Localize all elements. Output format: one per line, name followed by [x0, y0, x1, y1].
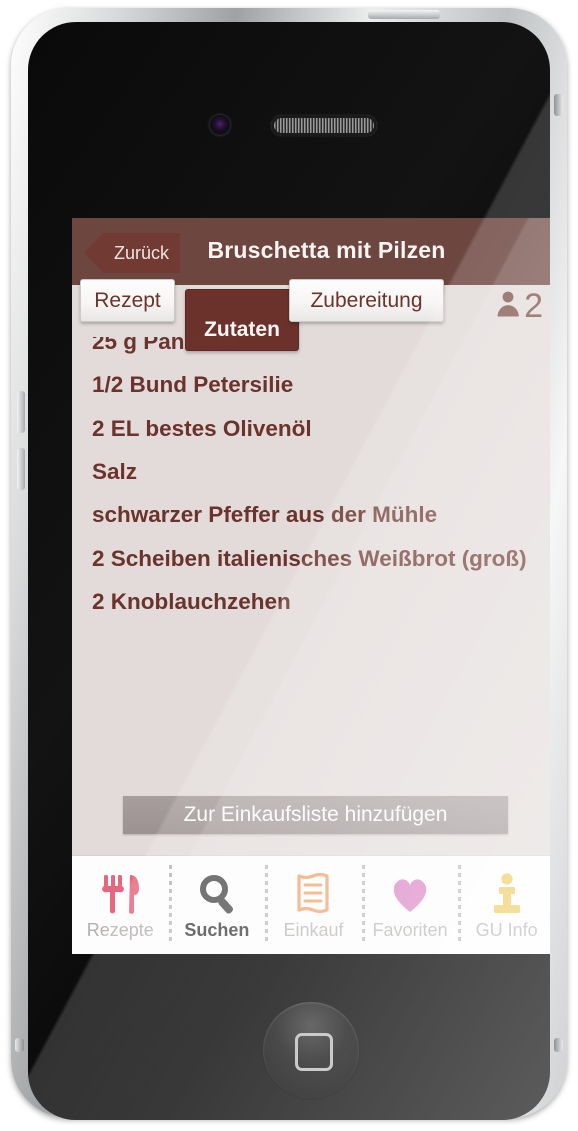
app-screen: Zurück Bruschetta mit Pilzen Rezept Zuta… [72, 218, 550, 954]
phone-bezel: Zurück Bruschetta mit Pilzen Rezept Zuta… [28, 22, 550, 1120]
list-item: 2 Scheiben italienisches Weißbrot (groß) [92, 545, 527, 571]
servings-count: 2 [524, 287, 543, 325]
tab-bar-item-einkauf[interactable]: Einkauf [265, 856, 362, 954]
antenna-band-right [554, 1038, 563, 1052]
tab-bar-item-gu-info[interactable]: GU Info [458, 856, 550, 954]
list-item: 25 g Pancetta [92, 337, 238, 354]
tab-bar-label-einkauf: Einkauf [283, 919, 344, 940]
home-button[interactable] [263, 1002, 359, 1098]
power-button[interactable] [368, 10, 440, 19]
antenna-band-left [15, 1038, 24, 1052]
tab-rezept[interactable]: Rezept [80, 279, 175, 322]
segmented-tabs: Rezept Zutaten Zubereitung 2 [72, 279, 550, 351]
list-item: 1/2 Bund Petersilie [92, 372, 294, 398]
info-icon [486, 870, 528, 918]
tab-bar-item-favoriten[interactable]: Favoriten [361, 856, 459, 954]
tab-bar-item-rezepte[interactable]: Rezepte [72, 856, 169, 954]
tab-rezept-label: Rezept [94, 288, 161, 312]
tab-zubereitung-label: Zubereitung [310, 288, 423, 312]
nav-bar: Zurück Bruschetta mit Pilzen [72, 218, 550, 285]
tab-bar: Rezepte Suchen Einkauf Favoriten GU Info [72, 855, 550, 954]
fork-knife-icon [99, 870, 141, 918]
tab-bar-label-favoriten: Favoriten [372, 919, 448, 940]
list-item: 2 Knoblauchzehen [92, 589, 291, 615]
ingredient-list[interactable]: 25 g Pancetta 1/2 Bund Petersilie 2 EL b… [72, 337, 550, 837]
list-item: schwarzer Pfeffer aus der Mühle [92, 502, 438, 528]
add-to-shopping-list-button[interactable]: Zur Einkaufsliste hinzufügen [123, 796, 508, 834]
magnifier-icon [196, 870, 238, 918]
sim-tray-notch [554, 94, 563, 116]
list-item: Salz [92, 459, 138, 485]
heart-icon [389, 870, 431, 918]
tab-bar-label-rezepte: Rezepte [86, 919, 154, 940]
phone-frame: Zurück Bruschetta mit Pilzen Rezept Zuta… [11, 8, 567, 1120]
home-square-icon [295, 1033, 333, 1071]
add-to-shopping-list-label: Zur Einkaufsliste hinzufügen [183, 803, 448, 826]
tab-bar-item-suchen[interactable]: Suchen [168, 856, 266, 954]
person-icon [496, 289, 522, 324]
tab-bar-label-suchen: Suchen [184, 919, 250, 940]
tab-bar-label-gu-info: GU Info [475, 919, 538, 940]
list-item: 2 EL bestes Olivenöl [92, 415, 312, 441]
servings-indicator[interactable]: 2 [496, 283, 543, 329]
speaker-grille [271, 115, 377, 136]
camera-icon [210, 115, 230, 135]
volume-up-button[interactable] [17, 391, 25, 433]
volume-down-button[interactable] [17, 448, 25, 490]
list-document-icon [292, 870, 334, 918]
tab-zubereitung[interactable]: Zubereitung [289, 279, 444, 322]
page-title: Bruschetta mit Pilzen [207, 237, 446, 263]
